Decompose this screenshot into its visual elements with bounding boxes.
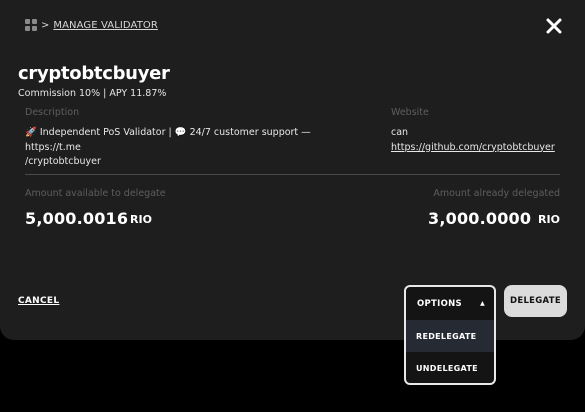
available-amount: 5,000.0016 bbox=[25, 209, 129, 228]
description-line-2: /cryptobtcbuyer bbox=[25, 156, 101, 167]
validator-name: cryptobtcbuyer bbox=[18, 63, 170, 84]
available-unit: RIO bbox=[130, 213, 152, 226]
description-line-1: 🚀 Independent PoS Validator | 💬 24/7 cus… bbox=[25, 127, 311, 153]
breadcrumb-link-manage-validator[interactable]: MANAGE VALIDATOR bbox=[53, 20, 158, 31]
website-label: Website bbox=[391, 107, 429, 118]
grid-icon bbox=[25, 19, 37, 31]
breadcrumb: > MANAGE VALIDATOR bbox=[25, 19, 158, 31]
menu-item-redelegate[interactable]: REDELEGATE bbox=[406, 320, 494, 352]
delegated-label: Amount already delegated bbox=[433, 188, 560, 199]
options-button[interactable]: OPTIONS ▲ bbox=[406, 287, 494, 320]
divider bbox=[25, 174, 560, 175]
description-text: 🚀 Independent PoS Validator | 💬 24/7 cus… bbox=[25, 126, 360, 170]
manage-validator-modal: > MANAGE VALIDATOR cryptobtcbuyer Commis… bbox=[0, 0, 585, 340]
website-value: can https://github.com/cryptobtcbuyer bbox=[391, 126, 571, 155]
delegated-unit: RIO bbox=[538, 213, 560, 226]
delegated-amount: 3,000.0000 bbox=[428, 209, 532, 228]
close-icon[interactable] bbox=[545, 17, 563, 35]
description-label: Description bbox=[25, 107, 80, 118]
validator-stats: Commission 10% | APY 11.87% bbox=[18, 88, 167, 99]
options-label: OPTIONS bbox=[417, 298, 462, 309]
website-prefix: can bbox=[391, 127, 409, 138]
available-label: Amount available to delegate bbox=[25, 188, 166, 199]
menu-item-undelegate[interactable]: UNDELEGATE bbox=[406, 352, 494, 383]
caret-up-icon: ▲ bbox=[480, 300, 485, 307]
cancel-button[interactable]: CANCEL bbox=[18, 296, 59, 306]
options-dropdown: OPTIONS ▲ REDELEGATE UNDELEGATE bbox=[404, 285, 496, 385]
breadcrumb-separator: > bbox=[41, 19, 50, 31]
website-link[interactable]: https://github.com/cryptobtcbuyer bbox=[391, 141, 571, 156]
delegate-button[interactable]: DELEGATE bbox=[504, 285, 567, 317]
